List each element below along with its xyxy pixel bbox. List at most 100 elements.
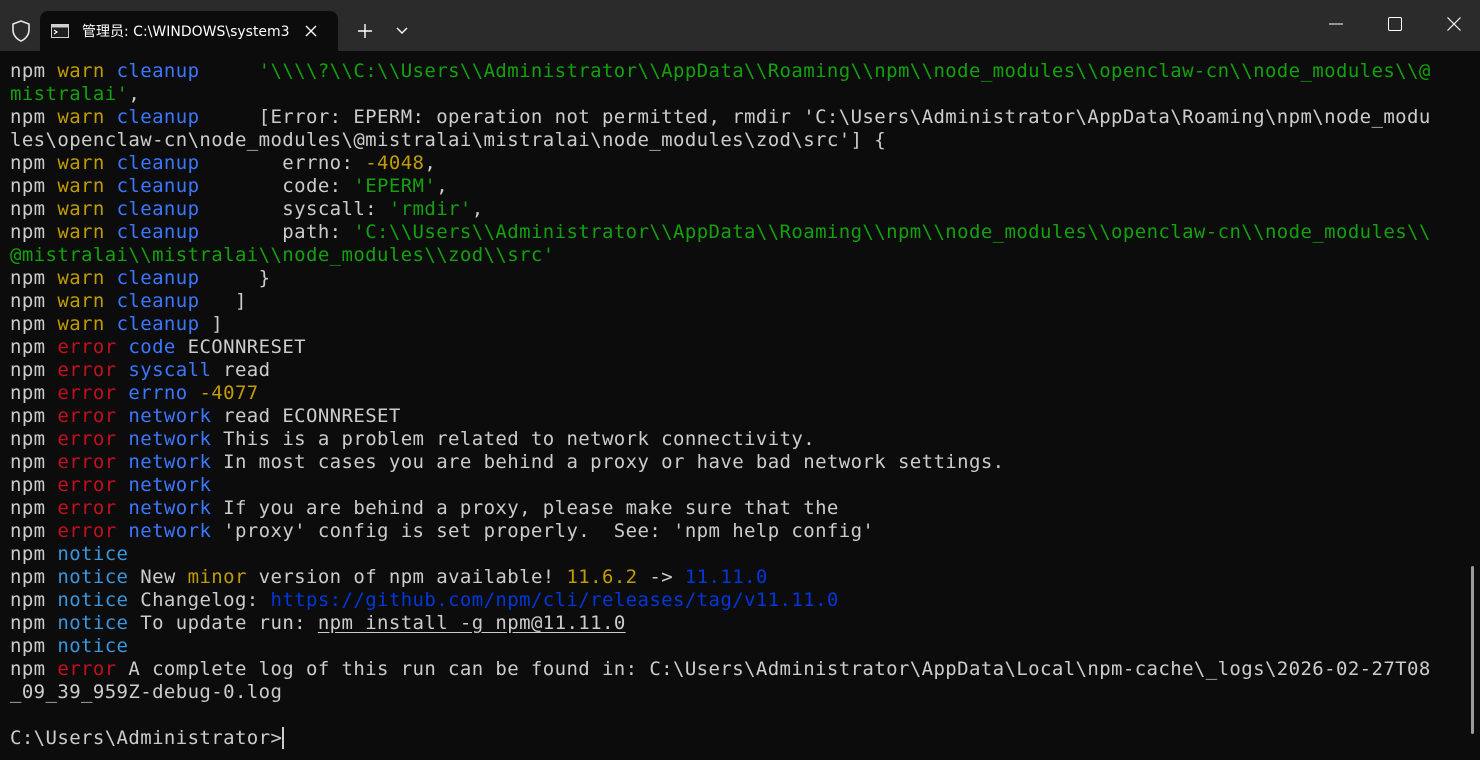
terminal-line: npm error code ECONNRESET (10, 336, 1466, 359)
terminal-text: npm (10, 589, 58, 611)
terminal-line: npm error network read ECONNRESET (10, 405, 1466, 428)
terminal-text: cleanup (116, 221, 200, 243)
terminal-text: npm (10, 290, 58, 312)
terminal-text: network (128, 520, 212, 542)
terminal-text: } (199, 267, 271, 289)
terminal-text: '\\\\?\\C:\\Users\\Administrator\\AppDat… (258, 60, 1431, 82)
terminal-text: code: (199, 175, 354, 197)
terminal-text: les\openclaw-cn\node_modules\@mistralai\… (10, 129, 887, 151)
terminal-text: errno (128, 382, 188, 404)
terminal-text: npm (10, 474, 58, 496)
terminal-text: To update run: (128, 612, 318, 634)
terminal-text: cleanup (116, 290, 200, 312)
terminal-text: notice (57, 589, 129, 611)
close-window-button[interactable] (1434, 8, 1474, 40)
terminal-text: error (57, 382, 117, 404)
tab-dropdown-button[interactable] (388, 16, 416, 46)
terminal-text: npm (10, 612, 58, 634)
terminal-text: error (57, 451, 117, 473)
terminal-text: cleanup (116, 106, 200, 128)
terminal-text: error (57, 428, 117, 450)
scrollbar-thumb[interactable] (1471, 566, 1474, 734)
terminal-text: C:\Users\Administrator> (10, 727, 283, 749)
terminal-text: 'rmdir' (388, 198, 472, 220)
terminal-text: , (471, 198, 484, 220)
terminal-text: npm (10, 313, 58, 335)
terminal-text: warn (57, 198, 105, 220)
terminal-text: A complete log of this run can be found … (116, 658, 1431, 680)
terminal-text: npm (10, 359, 58, 381)
chevron-down-icon (396, 27, 408, 34)
new-tab-button[interactable] (350, 16, 380, 46)
terminal-text: 'proxy' config is set properly. See: 'np… (211, 520, 875, 542)
tab-cmd[interactable]: 管理员: C:\WINDOWS\system32\cmd.exe (40, 11, 338, 51)
terminal-line: npm notice New minor version of npm avai… (10, 566, 1466, 589)
terminal-text: New (128, 566, 188, 588)
terminal-text: code (128, 336, 176, 358)
terminal-text: npm (10, 520, 58, 542)
terminal-text: ] (199, 290, 247, 312)
terminal-text: If you are behind a proxy, please make s… (211, 497, 839, 519)
terminal-line: npm error errno -4077 (10, 382, 1466, 405)
maximize-icon (1388, 17, 1402, 31)
terminal-text: @mistralai\\mistralai\\node_modules\\zod… (10, 244, 555, 266)
terminal-text: notice (57, 612, 129, 634)
terminal-text: npm (10, 497, 58, 519)
terminal-line: mistralai', (10, 83, 1466, 106)
terminal-line: npm warn cleanup [Error: EPERM: operatio… (10, 106, 1466, 129)
terminal-text: network (128, 451, 212, 473)
close-icon[interactable] (296, 16, 326, 46)
terminal-icon (51, 24, 69, 38)
terminal-text: 11.6.2 (566, 566, 638, 588)
terminal-text: npm (10, 635, 58, 657)
terminal-text: , (424, 152, 437, 174)
terminal-output[interactable]: npm warn cleanup '\\\\?\\C:\\Users\\Admi… (10, 60, 1466, 760)
terminal-text: warn (57, 106, 105, 128)
terminal-line: npm error network If you are behind a pr… (10, 497, 1466, 520)
terminal-text: npm (10, 566, 58, 588)
terminal-text: ] (199, 313, 224, 335)
terminal-line: C:\Users\Administrator> (10, 727, 1466, 750)
terminal-text: network (128, 497, 212, 519)
terminal-text: minor (187, 566, 247, 588)
terminal-text: warn (57, 221, 105, 243)
shield-icon (8, 18, 34, 44)
maximize-button[interactable] (1375, 8, 1415, 40)
terminal-text: read ECONNRESET (211, 405, 401, 427)
terminal-text: -4048 (365, 152, 425, 174)
terminal-text: npm (10, 658, 58, 680)
terminal-text: npm (10, 451, 58, 473)
terminal-text: path: (199, 221, 354, 243)
terminal-line: npm error syscall read (10, 359, 1466, 382)
terminal-text: npm (10, 405, 58, 427)
title-bar: 管理员: C:\WINDOWS\system32\cmd.exe (0, 0, 1480, 51)
minimize-button[interactable] (1316, 8, 1356, 40)
terminal-line: npm warn cleanup ] (10, 313, 1466, 336)
terminal-line: npm notice (10, 635, 1466, 658)
terminal-line: npm warn cleanup errno: -4048, (10, 152, 1466, 175)
terminal-line: npm warn cleanup path: 'C:\\Users\\Admin… (10, 221, 1466, 244)
terminal-text[interactable]: https://github.com/npm/cli/releases/tag/… (270, 589, 838, 611)
terminal-text: syscall: (199, 198, 389, 220)
terminal-text: 'C:\\Users\\Administrator\\AppData\\Roam… (353, 221, 1431, 243)
terminal-text: error (57, 405, 117, 427)
terminal-text: npm (10, 175, 58, 197)
terminal-line: npm notice Changelog: https://github.com… (10, 589, 1466, 612)
terminal-text: warn (57, 267, 105, 289)
terminal-text: npm (10, 543, 58, 565)
terminal-text: version of npm available! (246, 566, 567, 588)
terminal-text: This is a problem related to network con… (211, 428, 816, 450)
terminal-text: cleanup (116, 152, 200, 174)
terminal-text: cleanup (116, 313, 200, 335)
terminal-text: error (57, 359, 117, 381)
terminal-line: npm warn cleanup syscall: 'rmdir', (10, 198, 1466, 221)
terminal-line: npm error network In most cases you are … (10, 451, 1466, 474)
terminal-line: npm notice To update run: npm install -g… (10, 612, 1466, 635)
terminal-text: cleanup (116, 198, 200, 220)
terminal-text: -> (637, 566, 685, 588)
